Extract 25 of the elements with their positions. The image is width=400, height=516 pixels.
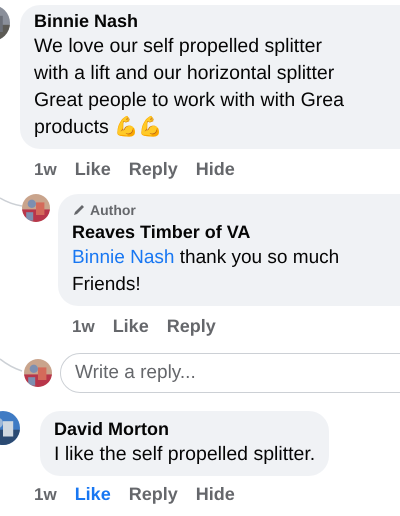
reply-link[interactable]: Reply: [128, 484, 178, 505]
reply-link[interactable]: Reply: [128, 159, 178, 180]
reply-input-field[interactable]: Write a reply...: [60, 353, 400, 393]
pencil-icon: [72, 203, 86, 217]
comment-text: Binnie Nash thank you so much: [72, 246, 340, 270]
like-link[interactable]: Like: [112, 316, 149, 337]
timestamp: 1w: [34, 160, 57, 180]
mention-link[interactable]: Binnie Nash: [72, 247, 174, 268]
hide-link[interactable]: Hide: [196, 159, 235, 180]
like-link[interactable]: Like: [74, 159, 111, 180]
timestamp: 1w: [72, 316, 95, 336]
comment-text: Great people to work with with Grea: [34, 88, 345, 113]
comment-text: We love our self propelled splitter: [34, 34, 323, 59]
like-link[interactable]: Like: [74, 484, 111, 505]
comment-text: Friends!: [72, 273, 142, 297]
author-label: Author: [90, 201, 136, 220]
comment-text: products 💪💪: [34, 115, 164, 140]
commenter-name[interactable]: Reaves Timber of VA: [72, 220, 400, 244]
timestamp: 1w: [34, 484, 57, 504]
reply-link[interactable]: Reply: [166, 316, 216, 337]
commenter-name[interactable]: David Morton: [54, 417, 316, 441]
comment-text: I like the self propelled splitter.: [54, 442, 316, 467]
commenter-name[interactable]: Binnie Nash: [34, 9, 400, 33]
hide-link[interactable]: Hide: [196, 484, 235, 505]
comment-text: with a lift and our horizontal splitter: [34, 61, 336, 86]
